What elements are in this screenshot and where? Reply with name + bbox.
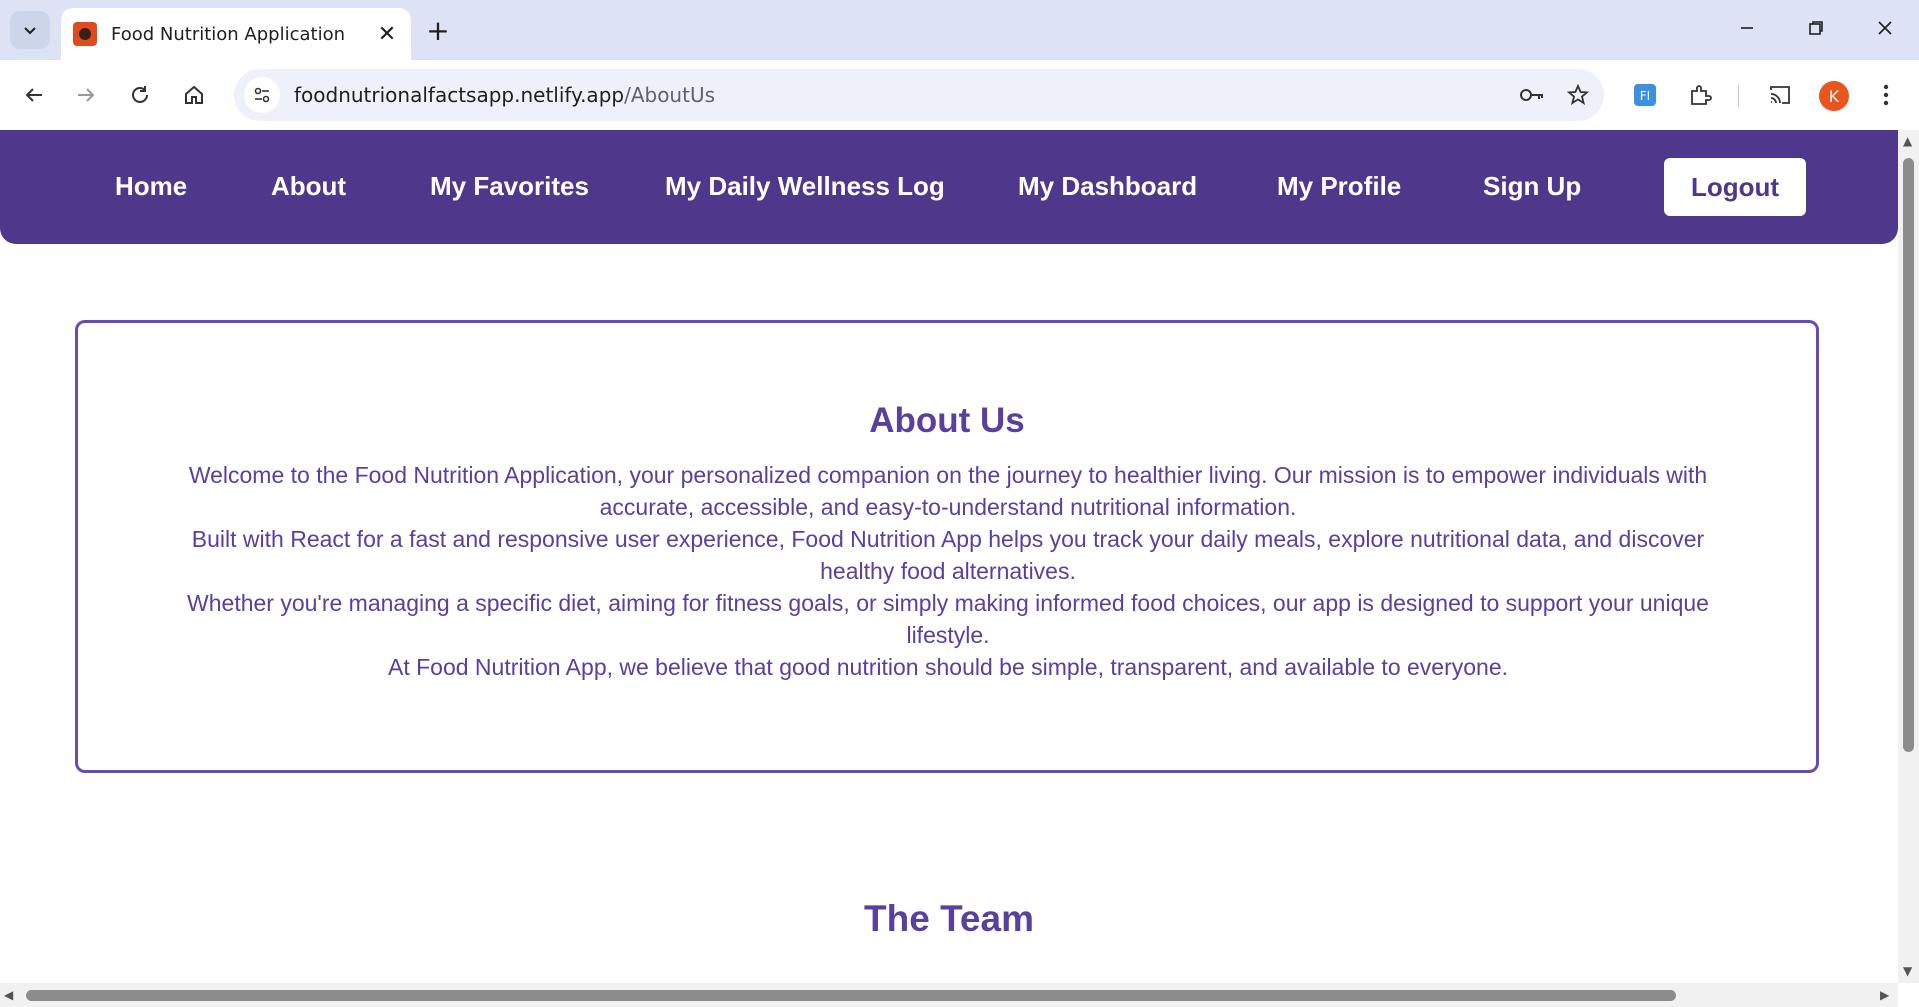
about-paragraph: Welcome to the Food Nutrition Applicatio… (188, 462, 1708, 520)
about-card: About Us Welcome to the Food Nutrition A… (75, 320, 1819, 773)
browser-toolbar: foodnutrionalfactsapp.netlify.app/AboutU… (0, 60, 1919, 130)
new-tab-button[interactable]: + (422, 14, 454, 47)
nav-my-profile[interactable]: My Profile (1277, 158, 1401, 214)
url-text: foodnutrionalfactsapp.netlify.app/AboutU… (294, 83, 1512, 107)
about-paragraph: Built with React for a fast and responsi… (191, 526, 1705, 584)
about-paragraph: Whether you're managing a specific diet,… (187, 590, 1709, 648)
nav-about[interactable]: About (271, 158, 346, 214)
profile-avatar[interactable]: K (1819, 81, 1849, 111)
scroll-down-icon[interactable]: ▼ (1903, 964, 1912, 978)
forward-icon[interactable] (66, 75, 106, 115)
browser-tab[interactable]: Food Nutrition Application ✕ (61, 8, 411, 60)
minimize-window-icon[interactable] (1724, 8, 1770, 48)
tab-title: Food Nutrition Application (111, 23, 345, 45)
close-window-icon[interactable] (1862, 8, 1908, 48)
team-title: The Team (864, 898, 1034, 939)
address-bar[interactable]: foodnutrionalfactsapp.netlify.app/AboutU… (234, 69, 1604, 121)
scroll-right-icon[interactable]: ▶ (1880, 988, 1889, 1002)
restore-window-icon[interactable] (1793, 8, 1839, 48)
back-icon[interactable] (14, 75, 54, 115)
reload-icon[interactable] (120, 75, 160, 115)
nav-my-dashboard[interactable]: My Dashboard (1018, 158, 1197, 214)
home-icon[interactable] (174, 75, 214, 115)
bookmark-star-icon[interactable] (1558, 75, 1598, 115)
nav-sign-up[interactable]: Sign Up (1483, 158, 1581, 214)
tab-search-button[interactable] (10, 11, 50, 49)
about-title: About Us (869, 401, 1025, 440)
tab-strip: Food Nutrition Application ✕ + (0, 0, 1919, 60)
svg-text:FI: FI (1640, 89, 1650, 103)
vertical-scrollbar[interactable]: ▲ ▼ (1898, 130, 1919, 983)
page-viewport: Home About My Favorites My Daily Wellnes… (0, 130, 1898, 983)
nav-my-favorites[interactable]: My Favorites (430, 158, 589, 214)
nav-home[interactable]: Home (115, 158, 187, 214)
horizontal-scroll-thumb[interactable] (26, 990, 1676, 1001)
extension-fi-icon[interactable]: FI (1625, 75, 1665, 115)
about-paragraph: At Food Nutrition App, we believe that g… (387, 654, 1509, 680)
scroll-left-icon[interactable]: ◀ (4, 988, 13, 1002)
site-navbar: Home About My Favorites My Daily Wellnes… (0, 130, 1898, 244)
site-info-icon[interactable] (244, 77, 280, 113)
close-tab-icon[interactable]: ✕ (373, 20, 401, 48)
vertical-scroll-thumb[interactable] (1903, 158, 1914, 752)
menu-kebab-icon[interactable] (1866, 75, 1906, 115)
cast-icon[interactable] (1760, 75, 1800, 115)
chevron-down-icon (24, 27, 36, 35)
about-text: Welcome to the Food Nutrition Applicatio… (158, 459, 1738, 683)
url-host: foodnutrionalfactsapp.netlify.app (294, 83, 625, 107)
horizontal-scrollbar[interactable]: ◀ ▶ (0, 983, 1898, 1007)
password-key-icon[interactable] (1512, 75, 1552, 115)
url-path: /AboutUs (624, 83, 716, 107)
scroll-up-icon[interactable]: ▲ (1903, 134, 1912, 148)
extensions-puzzle-icon[interactable] (1680, 75, 1720, 115)
logout-button[interactable]: Logout (1664, 158, 1806, 216)
favicon-icon (73, 22, 97, 46)
nav-my-daily-wellness-log[interactable]: My Daily Wellness Log (665, 158, 945, 214)
toolbar-separator (1738, 85, 1739, 107)
